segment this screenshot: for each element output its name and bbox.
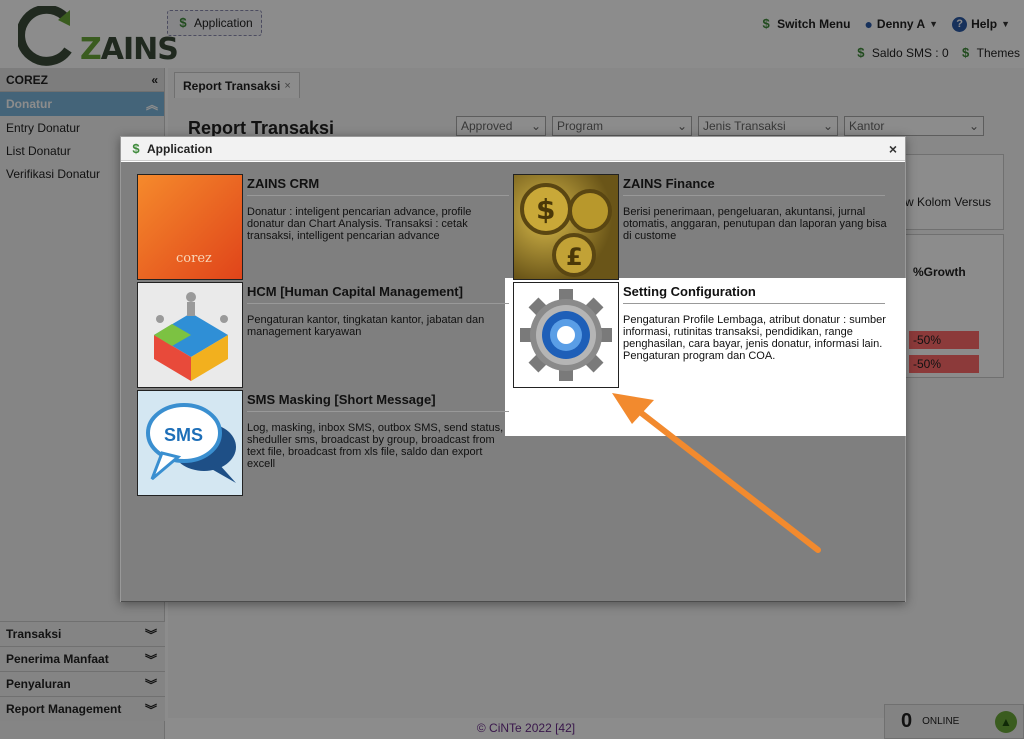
close-icon[interactable]: × [889,141,897,157]
app-icon: $ [132,140,140,156]
gear-icon [520,289,612,381]
crm-thumbnail: corez [137,174,243,280]
app-description: Donatur : inteligent pencarian advance, … [247,206,472,242]
app-name: ZAINS Finance [623,176,885,196]
app-tile-hcm[interactable]: HCM [Human Capital Management] Pengatura… [137,282,512,388]
puzzle-people-icon [154,292,228,381]
app-name: Setting Configuration [623,284,885,304]
app-name: HCM [Human Capital Management] [247,284,509,304]
sms-thumb-text: SMS [164,425,203,445]
app-tile-zains-finance[interactable]: $ £ ZAINS Finance Berisi penerimaan, pen… [513,174,888,280]
dialog-title: $ Application [129,140,213,156]
crm-thumb-text: corez [176,251,212,266]
app-description: Pengaturan Profile Lembaga, atribut dona… [623,314,886,362]
app-description: Pengaturan kantor, tingkatan kantor, jab… [247,314,485,338]
speech-bubble-icon: SMS [146,403,236,483]
settings-thumbnail [513,282,619,388]
app-name: ZAINS CRM [247,176,509,196]
app-tile-sms-masking[interactable]: SMS SMS Masking [Short Message] Log, mas… [137,390,512,496]
sms-thumbnail: SMS [137,390,243,496]
dialog-title-text: Application [147,141,213,156]
finance-thumbnail: $ £ [513,174,619,280]
gears-money-icon: $ £ [520,183,612,277]
dialog-header: $ Application × [121,137,905,161]
svg-text:£: £ [566,243,583,271]
app-tile-setting-configuration[interactable]: Setting Configuration Pengaturan Profile… [513,282,888,388]
app-description: Log, masking, inbox SMS, outbox SMS, sen… [247,422,504,470]
svg-text:$: $ [536,193,555,226]
app-name: SMS Masking [Short Message] [247,392,509,412]
hcm-thumbnail [137,282,243,388]
app-description: Berisi penerimaan, pengeluaran, akuntans… [623,206,887,242]
app-tile-zains-crm[interactable]: corez ZAINS CRM Donatur : inteligent pen… [137,174,512,280]
